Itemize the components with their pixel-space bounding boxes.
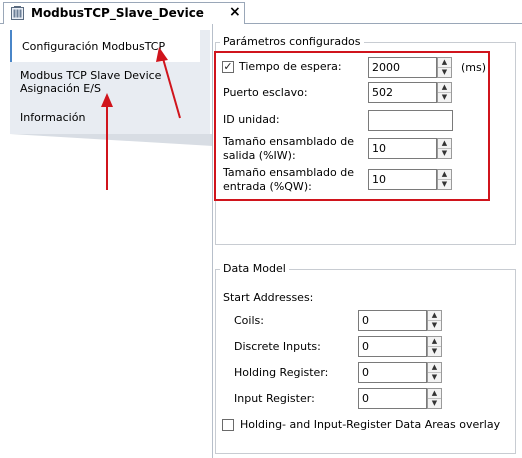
holding-register-input[interactable]: 0 bbox=[358, 362, 427, 383]
spin-down-icon[interactable]: ▼ bbox=[428, 399, 441, 408]
input-size-spinner[interactable]: ▲ ▼ bbox=[437, 169, 452, 190]
holding-register-label: Holding Register: bbox=[234, 366, 329, 379]
arrow-head-config bbox=[156, 47, 168, 62]
timeout-label: Tiempo de espera: bbox=[239, 60, 342, 73]
input-size-label-line1: Tamaño ensamblado de bbox=[223, 166, 354, 179]
coils-spinner[interactable]: ▲ ▼ bbox=[427, 310, 442, 331]
timeout-spinner[interactable]: ▲ ▼ bbox=[437, 57, 452, 78]
start-addresses-label: Start Addresses: bbox=[223, 291, 314, 304]
holding-register-spinner[interactable]: ▲ ▼ bbox=[427, 362, 442, 383]
input-register-label: Input Register: bbox=[234, 392, 315, 405]
slave-port-spinner[interactable]: ▲ ▼ bbox=[437, 82, 452, 103]
unit-id-input[interactable] bbox=[368, 110, 453, 131]
spin-up-icon[interactable]: ▲ bbox=[438, 83, 451, 93]
timeout-checkbox[interactable]: ✓ bbox=[222, 61, 234, 73]
spin-up-icon[interactable]: ▲ bbox=[438, 139, 451, 149]
discrete-inputs-input[interactable]: 0 bbox=[358, 336, 427, 357]
spin-up-icon[interactable]: ▲ bbox=[428, 337, 441, 347]
spin-down-icon[interactable]: ▼ bbox=[428, 373, 441, 382]
coils-label: Coils: bbox=[234, 314, 264, 327]
output-size-spinner[interactable]: ▲ ▼ bbox=[437, 138, 452, 159]
spin-down-icon[interactable]: ▼ bbox=[438, 149, 451, 158]
spin-up-icon[interactable]: ▲ bbox=[428, 389, 441, 399]
spin-down-icon[interactable]: ▼ bbox=[428, 347, 441, 356]
timeout-input[interactable]: 2000 bbox=[368, 57, 437, 78]
input-register-input[interactable]: 0 bbox=[358, 388, 427, 409]
spin-up-icon[interactable]: ▲ bbox=[438, 58, 451, 68]
slave-port-label: Puerto esclavo: bbox=[223, 86, 308, 99]
output-size-label-line1: Tamaño ensamblado de bbox=[223, 135, 354, 148]
timeout-unit: (ms) bbox=[461, 61, 487, 74]
discrete-inputs-spinner[interactable]: ▲ ▼ bbox=[427, 336, 442, 357]
spin-down-icon[interactable]: ▼ bbox=[438, 68, 451, 77]
slave-port-input[interactable]: 502 bbox=[368, 82, 437, 103]
spin-up-icon[interactable]: ▲ bbox=[428, 363, 441, 373]
output-size-label-line2: salida (%IW): bbox=[223, 149, 296, 162]
input-size-input[interactable]: 10 bbox=[368, 169, 437, 190]
arrow-to-config-tab bbox=[161, 54, 181, 119]
input-register-spinner[interactable]: ▲ ▼ bbox=[427, 388, 442, 409]
spin-down-icon[interactable]: ▼ bbox=[428, 321, 441, 330]
spin-down-icon[interactable]: ▼ bbox=[438, 93, 451, 102]
params-group-title: Parámetros configurados bbox=[220, 35, 364, 48]
unit-id-label: ID unidad: bbox=[223, 113, 280, 126]
spin-down-icon[interactable]: ▼ bbox=[438, 180, 451, 189]
output-size-input[interactable]: 10 bbox=[368, 138, 437, 159]
discrete-inputs-label: Discrete Inputs: bbox=[234, 340, 321, 353]
spin-up-icon[interactable]: ▲ bbox=[438, 170, 451, 180]
data-model-group-title: Data Model bbox=[220, 262, 289, 275]
overlay-label: Holding- and Input-Register Data Areas o… bbox=[240, 418, 501, 431]
overlay-checkbox[interactable] bbox=[222, 419, 234, 431]
coils-input[interactable]: 0 bbox=[358, 310, 427, 331]
input-size-label-line2: entrada (%QW): bbox=[223, 180, 312, 193]
arrow-head-io bbox=[101, 93, 113, 107]
spin-up-icon[interactable]: ▲ bbox=[428, 311, 441, 321]
